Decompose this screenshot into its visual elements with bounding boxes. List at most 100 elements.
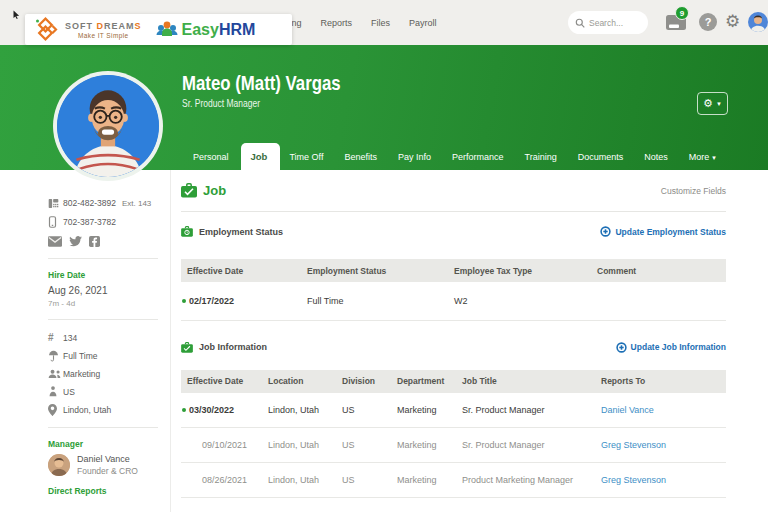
reports-to-link[interactable]: Greg Stevenson (597, 428, 726, 463)
work-phone-row: 802-482-3892 Ext. 143 (48, 196, 170, 210)
column-header: Employee Tax Type (450, 259, 593, 282)
easyhrm-icon (155, 18, 179, 42)
help-icon[interactable]: ? (699, 13, 717, 31)
mobile-phone-icon (48, 216, 63, 228)
search-icon (575, 18, 585, 28)
employment-status-title: Employment Status (199, 227, 600, 237)
soft-dreams-icon (33, 17, 60, 42)
hire-date-value: Aug 26, 2021 (48, 285, 170, 296)
job-information-row[interactable]: 08/26/2021 Lindon, Utah US Marketing Pro… (181, 463, 726, 498)
hash-icon: # (48, 332, 63, 343)
profile-tab[interactable]: Pay Info (389, 143, 443, 170)
easyhrm-hrm: HRM (219, 21, 255, 38)
manager-avatar (48, 454, 70, 476)
soft-dreams-logo: Soft Dreams Make IT Simple (33, 17, 142, 42)
profile-tab[interactable]: Job (241, 143, 281, 170)
umbrella-icon (48, 350, 63, 362)
employment-status-row[interactable]: 02/17/2022 Full Time W2 (181, 282, 726, 320)
search-placeholder: Search... (589, 18, 623, 28)
email-icon[interactable] (48, 236, 62, 247)
facebook-icon[interactable] (89, 236, 100, 247)
profile-tab[interactable]: Documents (569, 143, 636, 170)
location-pin-icon (48, 404, 63, 416)
job-information-title: Job Information (199, 342, 616, 352)
caret-down-icon: ▼ (716, 101, 722, 107)
profile-tab[interactable]: More▾ (680, 143, 725, 170)
job-information-row[interactable]: 09/10/2021 Lindon, Utah US Marketing Sr.… (181, 428, 726, 463)
work-phone-ext: Ext. 143 (122, 199, 151, 208)
column-header: Department (393, 370, 458, 393)
people-icon (48, 369, 63, 379)
manager-label: Manager (48, 439, 170, 449)
twitter-icon[interactable] (69, 236, 82, 247)
employment-status-icon (181, 226, 193, 237)
profile-tab[interactable]: Personal (184, 143, 241, 170)
profile-tab[interactable]: Benefits (335, 143, 389, 170)
easyhrm-easy: Easy (182, 21, 219, 38)
employee-sidebar: 802-482-3892 Ext. 143 702-387-3782 Hire … (0, 170, 171, 512)
profile-tab[interactable]: Performance (443, 143, 516, 170)
update-job-information-link[interactable]: Update Job Information (616, 342, 726, 353)
nav-item[interactable]: Payroll (409, 18, 437, 28)
manager-row[interactable]: Daniel Vance Founder & CRO (48, 454, 170, 476)
employment-status-row: Full Time (48, 349, 170, 362)
division: US (63, 387, 75, 397)
profile-tab[interactable]: Training (516, 143, 569, 170)
nav-item[interactable]: Reports (321, 18, 353, 28)
current-dot (182, 299, 186, 303)
column-header: Employment Status (303, 259, 450, 282)
column-header: Job Title (458, 370, 597, 393)
soft-dreams-tagline: Make IT Simple (65, 32, 142, 39)
nav-item[interactable]: Files (371, 18, 390, 28)
employee-avatar (53, 71, 163, 181)
user-avatar[interactable] (748, 12, 768, 32)
column-header: Location (264, 370, 338, 393)
profile-tab[interactable]: Time Off (280, 143, 335, 170)
search-input[interactable]: Search... (568, 11, 648, 34)
gear-icon: ⚙ (703, 98, 713, 109)
job-information-row[interactable]: 03/30/2022 Lindon, Utah US Marketing Sr.… (181, 393, 726, 428)
table-header-row: Effective DateEmployment StatusEmployee … (181, 259, 726, 282)
tenure-value: 7m - 4d (48, 299, 170, 308)
employee-name: Mateo (Matt) Vargas (182, 71, 341, 95)
update-employment-status-link[interactable]: Update Employment Status (600, 226, 726, 237)
briefcase-icon (181, 183, 197, 198)
logo-box: Soft Dreams Make IT Simple EasyHRM (25, 14, 292, 45)
column-header: Effective Date (181, 259, 303, 282)
mobile-phone-row: 702-387-3782 (48, 215, 170, 229)
table-header-row: Effective DateLocationDivisionDepartment… (181, 370, 726, 393)
person-icon (48, 386, 63, 397)
profile-settings-button[interactable]: ⚙▼ (697, 92, 728, 115)
reports-to-link[interactable]: Daniel Vance (597, 393, 726, 428)
reports-to-link[interactable]: Greg Stevenson (597, 463, 726, 498)
desk-phone-icon (48, 198, 63, 209)
job-information-icon (181, 342, 193, 353)
job-section-header: Job Customize Fields (181, 183, 726, 198)
sidebar-divider (48, 427, 158, 428)
social-icons (48, 236, 170, 247)
employee-id-row: # 134 (48, 331, 170, 344)
notification-badge: 9 (675, 6, 689, 20)
plus-circle-icon (600, 226, 611, 237)
top-navigation-bar: HiringReportsFilesPayroll Soft Dreams Ma… (0, 0, 768, 45)
profile-tab[interactable]: Notes (635, 143, 680, 170)
department-row: Marketing (48, 367, 170, 380)
sidebar-divider (48, 258, 158, 259)
job-information-header: Job Information Update Job Information (181, 342, 726, 353)
mobile-phone-number: 702-387-3782 (63, 217, 116, 227)
department: Marketing (63, 369, 100, 379)
hire-date-label: Hire Date (48, 270, 170, 280)
settings-gear-icon[interactable]: ⚙ (725, 10, 740, 34)
job-information-table: Effective DateLocationDivisionDepartment… (181, 370, 726, 499)
employee-id: 134 (63, 333, 77, 343)
employee-job-title: Sr. Product Manager (182, 98, 260, 109)
division-row: US (48, 385, 170, 398)
job-tab-content: Job Customize Fields Employment Status U… (181, 170, 726, 512)
location-row: Lindon, Utah (48, 403, 170, 416)
location: Lindon, Utah (63, 405, 111, 415)
customize-fields-link[interactable]: Customize Fields (661, 186, 726, 196)
column-header: Reports To (597, 370, 726, 393)
profile-tabs: PersonalJobTime OffBenefitsPay InfoPerfo… (184, 143, 725, 170)
manager-title: Founder & CRO (77, 466, 138, 476)
job-section-title: Job (203, 183, 661, 198)
